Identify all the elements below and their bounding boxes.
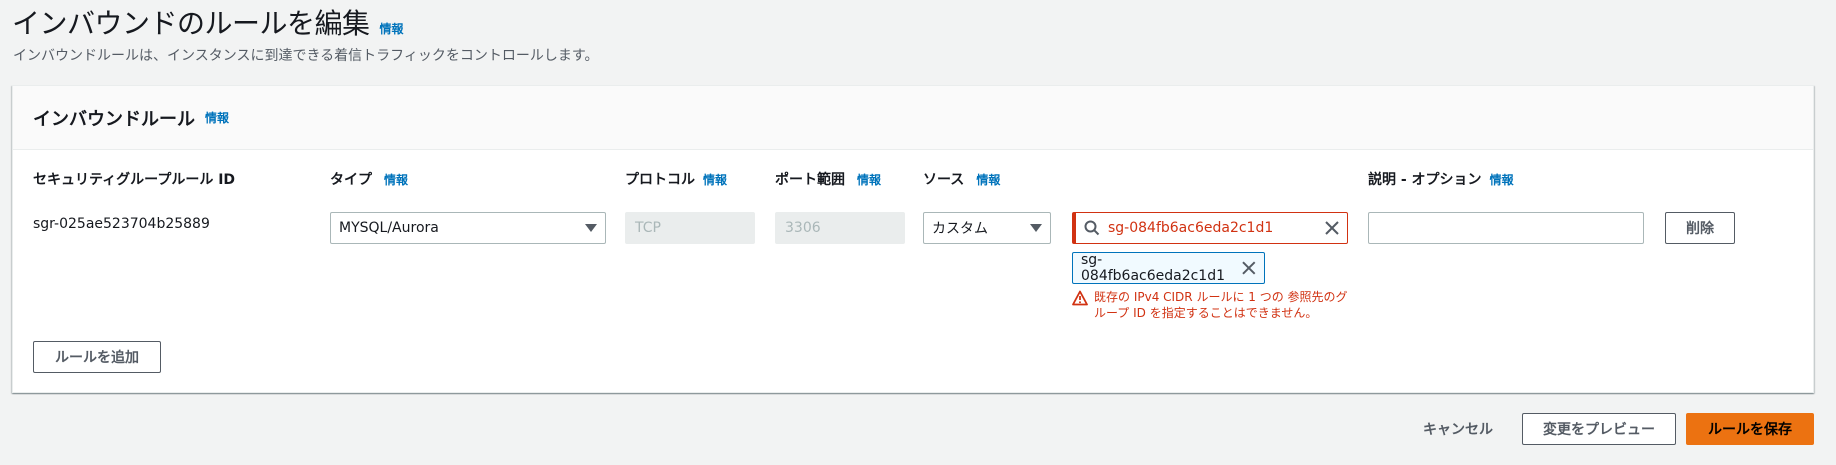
column-label-source: ソース 情報	[923, 169, 1000, 189]
port-range-label: ポート範囲	[775, 172, 845, 188]
description-info-link[interactable]: 情報	[1490, 171, 1514, 188]
source-search-input[interactable]: sg-084fb6ac6eda2c1d1	[1072, 212, 1348, 244]
panel-header: インバウンドルール 情報	[13, 86, 1813, 150]
rule-id-label: セキュリティグループルール ID	[33, 172, 236, 188]
add-rule-button[interactable]: ルールを追加	[33, 341, 161, 373]
edit-inbound-rules-page: インバウンドのルールを編集 情報 インバウンドルールは、インスタンスに到達できる…	[0, 0, 1836, 465]
description-label: 説明 - オプション	[1368, 172, 1482, 188]
source-info-link[interactable]: 情報	[976, 171, 1000, 188]
source-error-message: 既存の IPv4 CIDR ルールに 1 つの 参照先のグループ ID を指定す…	[1072, 289, 1352, 321]
cancel-button[interactable]: キャンセル	[1408, 413, 1508, 445]
error-text: 既存の IPv4 CIDR ルールに 1 つの 参照先のグループ ID を指定す…	[1094, 290, 1348, 320]
column-label-type: タイプ 情報	[330, 169, 408, 189]
caret-down-icon	[585, 224, 597, 232]
port-range-info-link[interactable]: 情報	[857, 171, 881, 188]
page-title: インバウンドのルールを編集	[12, 7, 370, 40]
inbound-rules-panel: インバウンドルール 情報 セキュリティグループルール ID タイプ 情報 プロト…	[12, 85, 1814, 393]
rule-id-value: sgr-025ae523704b25889	[33, 216, 210, 232]
port-range-field: 3306	[775, 212, 905, 244]
source-type-select[interactable]: カスタム	[923, 212, 1051, 244]
caret-down-icon	[1030, 224, 1042, 232]
search-input-left: sg-084fb6ac6eda2c1d1	[1084, 220, 1273, 236]
source-token-label: sg-084fb6ac6eda2c1d1	[1081, 252, 1226, 284]
close-icon[interactable]	[1325, 221, 1339, 235]
type-select-value: MYSQL/Aurora	[339, 220, 439, 236]
source-label: ソース	[923, 172, 965, 188]
save-rules-button[interactable]: ルールを保存	[1686, 413, 1814, 445]
close-icon[interactable]	[1242, 261, 1256, 275]
protocol-label: プロトコル	[625, 172, 695, 188]
panel-title-info-link[interactable]: 情報	[205, 109, 229, 126]
protocol-field: TCP	[625, 212, 755, 244]
search-icon	[1084, 220, 1100, 236]
warning-icon	[1072, 290, 1088, 306]
description-input[interactable]	[1368, 212, 1644, 244]
preview-changes-button[interactable]: 変更をプレビュー	[1522, 413, 1676, 445]
source-type-value: カスタム	[932, 221, 988, 237]
type-info-link[interactable]: 情報	[384, 171, 408, 188]
type-label: タイプ	[330, 172, 372, 188]
column-label-rule-id: セキュリティグループルール ID	[33, 169, 235, 189]
protocol-info-link[interactable]: 情報	[703, 171, 727, 188]
delete-rule-button[interactable]: 削除	[1665, 212, 1735, 244]
page-description: インバウンドルールは、インスタンスに到達できる着信トラフィックをコントロールしま…	[13, 48, 599, 64]
panel-title: インバウンドルール	[33, 108, 195, 130]
column-label-protocol: プロトコル 情報	[625, 169, 727, 189]
type-select[interactable]: MYSQL/Aurora	[330, 212, 606, 244]
column-label-port-range: ポート範囲 情報	[775, 169, 881, 189]
column-label-description: 説明 - オプション 情報	[1368, 169, 1514, 189]
page-header: インバウンドのルールを編集 情報	[12, 2, 404, 42]
page-title-info-link[interactable]: 情報	[380, 20, 404, 37]
source-search-value: sg-084fb6ac6eda2c1d1	[1108, 220, 1274, 236]
source-token: sg-084fb6ac6eda2c1d1	[1072, 252, 1265, 284]
